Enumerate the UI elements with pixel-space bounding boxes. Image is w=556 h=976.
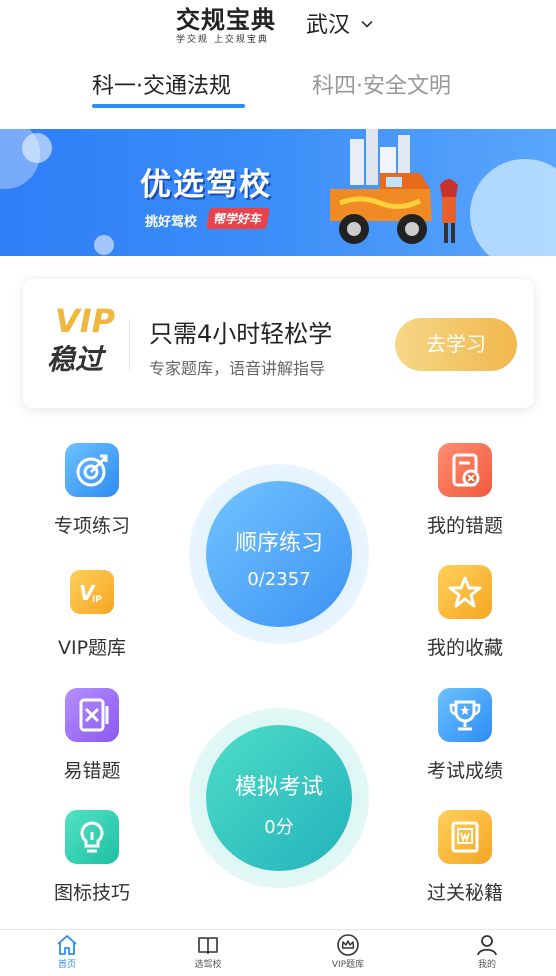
logo-text: 交规宝典 xyxy=(176,6,276,34)
banner-subtitle: 挑好驾校 xyxy=(145,215,198,230)
tab-subject-one[interactable]: 科一·交通法规 xyxy=(92,72,231,102)
special-practice-item[interactable]: 专项练习 xyxy=(32,443,152,553)
item-label: 考试成绩 xyxy=(426,760,503,782)
app-logo: 交规宝典 学交规 上交规宝典 xyxy=(176,6,294,46)
trophy-icon xyxy=(438,688,492,742)
sequential-practice-title: 顺序练习 xyxy=(234,531,323,556)
banner-bubble xyxy=(22,133,52,163)
banner-tag: 帮学好车 xyxy=(206,208,270,229)
mock-exam-circle[interactable]: 模拟考试 0分 xyxy=(189,708,369,888)
vip-badge-top: VIP xyxy=(55,302,116,340)
subject-tabs: 科一·交通法规 科四·安全文明 xyxy=(0,64,556,110)
nav-label: VIP题库 xyxy=(331,960,365,970)
banner-bubble xyxy=(94,235,114,255)
home-icon xyxy=(57,935,77,955)
sign-tips-item[interactable]: 图标技巧 xyxy=(32,810,152,920)
error-book-icon xyxy=(65,688,119,742)
chevron-down-icon[interactable] xyxy=(361,18,373,30)
nav-vip-bank[interactable]: VIP题库 xyxy=(313,933,383,975)
bottom-navigation: 首页 选驾校 VIP题库 我的 xyxy=(0,929,556,976)
vip-description: 专家题库，语音讲解指导 xyxy=(149,359,326,378)
exam-scores-item[interactable]: 考试成绩 xyxy=(405,688,525,798)
promo-banner[interactable]: 优选驾校 挑好驾校 帮学好车 xyxy=(0,129,556,256)
vip-card[interactable]: VIP 稳过 只需4小时轻松学 专家题库，语音讲解指导 去学习 xyxy=(23,279,534,408)
practice-progress: 0/2357 xyxy=(247,569,311,590)
error-prone-item[interactable]: 易错题 xyxy=(32,688,152,798)
nav-label: 我的 xyxy=(477,960,496,970)
secret-book-icon xyxy=(438,810,492,864)
divider xyxy=(129,319,130,371)
banner-title: 优选驾校 xyxy=(140,167,272,203)
target-icon xyxy=(65,443,119,497)
my-favorites-item[interactable]: 我的收藏 xyxy=(405,565,525,675)
item-label: 我的错题 xyxy=(426,515,503,537)
item-label: 图标技巧 xyxy=(53,882,130,904)
truck-illustration xyxy=(330,129,458,244)
item-label: 易错题 xyxy=(63,760,121,782)
nav-driving-school[interactable]: 选驾校 xyxy=(173,933,243,975)
mock-exam-title: 模拟考试 xyxy=(234,775,323,800)
item-label: 专项练习 xyxy=(53,515,130,537)
app-home: 交规宝典 学交规 上交规宝典 武汉 科一·交通法规 科四·安全文明 优选驾校 挑… xyxy=(0,0,556,976)
wrong-note-icon xyxy=(438,443,492,497)
active-tab-indicator xyxy=(92,104,245,108)
exam-score: 0分 xyxy=(264,817,294,838)
item-label: VIP题库 xyxy=(57,637,127,659)
user-icon xyxy=(477,935,497,956)
nav-label: 选驾校 xyxy=(194,960,222,970)
svg-text:IP: IP xyxy=(92,595,102,605)
logo-tagline: 学交规 上交规宝典 xyxy=(176,35,269,45)
lightbulb-icon xyxy=(65,810,119,864)
vip-icon: V IP xyxy=(70,570,114,614)
vip-badge-bottom: 稳过 xyxy=(47,343,104,376)
item-label: 过关秘籍 xyxy=(426,882,503,904)
pass-secrets-item[interactable]: 过关秘籍 xyxy=(405,810,525,920)
go-study-button[interactable]: 去学习 xyxy=(395,318,517,371)
nav-profile[interactable]: 我的 xyxy=(452,933,522,975)
vip-headline: 只需4小时轻松学 xyxy=(149,320,333,348)
tab-subject-four[interactable]: 科四·安全文明 xyxy=(312,72,451,102)
header: 交规宝典 学交规 上交规宝典 武汉 xyxy=(0,0,556,52)
my-mistakes-item[interactable]: 我的错题 xyxy=(405,443,525,553)
star-icon xyxy=(438,565,492,619)
item-label: 我的收藏 xyxy=(426,637,503,659)
nav-label: 首页 xyxy=(57,960,76,970)
mock-exam-button[interactable]: 模拟考试 0分 xyxy=(206,725,352,871)
city-selector[interactable]: 武汉 xyxy=(306,12,350,40)
book-icon xyxy=(198,937,218,954)
sequential-practice-circle[interactable]: 顺序练习 0/2357 xyxy=(189,464,369,644)
crown-icon xyxy=(337,934,359,956)
vip-bank-item[interactable]: V IP VIP题库 xyxy=(32,565,152,675)
nav-home[interactable]: 首页 xyxy=(32,933,102,975)
sequential-practice-button[interactable]: 顺序练习 0/2357 xyxy=(206,481,352,627)
